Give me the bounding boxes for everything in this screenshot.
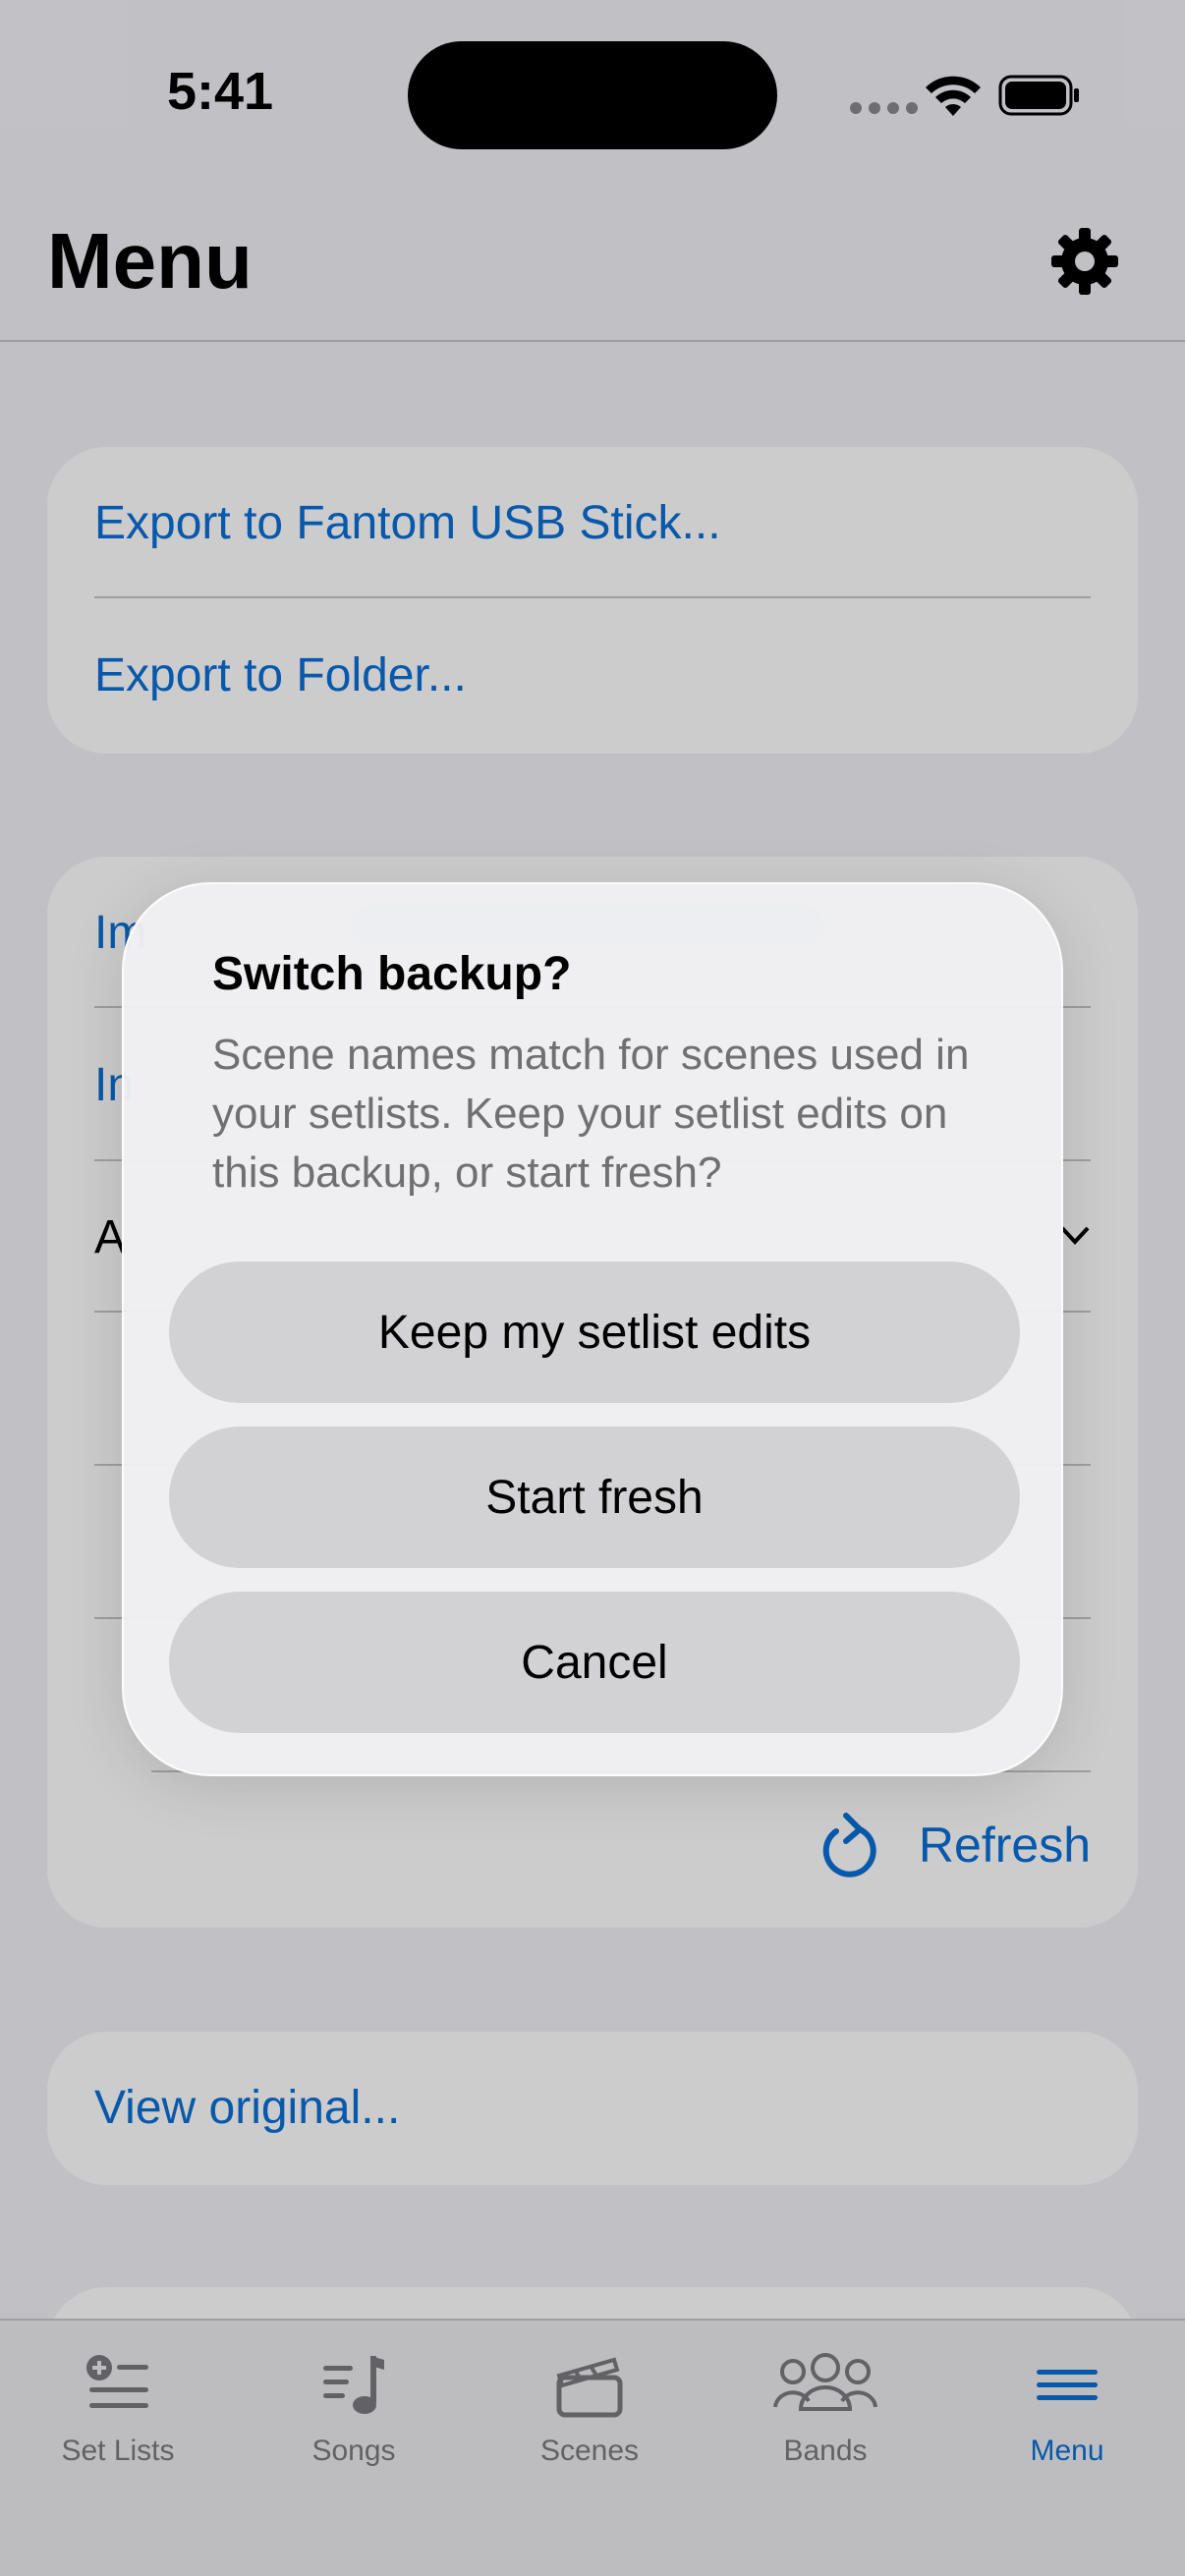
dialog-message: Scene names match for scenes used in you… [212, 1031, 970, 1197]
dialog-title: Switch backup? [212, 948, 572, 1000]
switch-backup-dialog: Switch backup? Scene names match for sce… [122, 882, 1063, 1776]
keep-edits-button[interactable]: Keep my setlist edits [169, 1261, 1020, 1403]
cancel-button[interactable]: Cancel [169, 1592, 1020, 1733]
start-fresh-button[interactable]: Start fresh [169, 1427, 1020, 1568]
